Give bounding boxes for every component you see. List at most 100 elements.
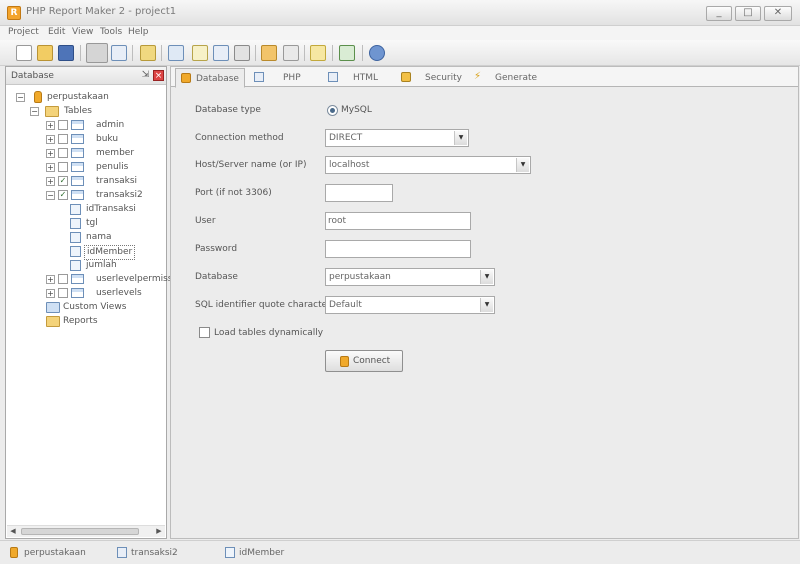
- tree-node-field[interactable]: idTransaksi: [70, 203, 166, 216]
- tree-node-table-buku[interactable]: + buku: [46, 133, 166, 146]
- database-type-label: Database type: [195, 105, 261, 115]
- tab-generate[interactable]: ⚡ Generate: [469, 68, 539, 87]
- load-tables-dynamically-label: Load tables dynamically: [214, 328, 324, 338]
- tree-node-table-userlevels[interactable]: + userlevels: [46, 287, 166, 300]
- expand-icon[interactable]: +: [46, 275, 55, 284]
- tree-node-table-transaksi[interactable]: + ✓ transaksi: [46, 175, 166, 188]
- table-view-icon[interactable]: [111, 45, 127, 61]
- tree-label: userlevels: [96, 288, 142, 298]
- table-icon: [71, 176, 84, 186]
- mysql-radio[interactable]: [327, 105, 338, 116]
- open-folder-icon[interactable]: [37, 45, 53, 61]
- quote-char-select[interactable]: Default ▼: [325, 296, 495, 314]
- generate-icon[interactable]: [310, 45, 326, 61]
- tree-node-table-admin[interactable]: + admin: [46, 119, 166, 132]
- chevron-down-icon[interactable]: ▼: [516, 158, 529, 172]
- tree-label: jumlah: [86, 260, 117, 270]
- tree-node-reports[interactable]: Reports: [46, 315, 166, 328]
- tree-label: admin: [96, 120, 125, 130]
- tab-security[interactable]: Security: [396, 68, 466, 87]
- tree-label: transaksi: [96, 176, 138, 186]
- tree-node-table-member[interactable]: + member: [46, 147, 166, 160]
- tree-node-field[interactable]: jumlah: [70, 259, 166, 272]
- tree-node-field[interactable]: tgl: [70, 217, 166, 230]
- chevron-down-icon[interactable]: ▼: [480, 298, 493, 312]
- close-icon[interactable]: ×: [153, 70, 164, 81]
- collapse-icon[interactable]: −: [30, 107, 39, 116]
- tab-php[interactable]: PHP: [249, 68, 311, 87]
- database-select[interactable]: perpustakaan ▼: [325, 268, 495, 286]
- menu-tools[interactable]: Tools: [100, 27, 122, 37]
- tree-node-tables[interactable]: − Tables: [30, 105, 166, 118]
- chevron-down-icon[interactable]: ▼: [480, 270, 493, 284]
- tree-label: idTransaksi: [86, 204, 136, 214]
- tree-node-table-penulis[interactable]: + penulis: [46, 161, 166, 174]
- menu-help[interactable]: Help: [128, 27, 149, 37]
- expand-icon[interactable]: +: [46, 121, 55, 130]
- collapse-icon[interactable]: −: [46, 191, 55, 200]
- pin-icon[interactable]: ⇲: [140, 70, 151, 81]
- run-icon[interactable]: [261, 45, 277, 61]
- field-icon: [70, 232, 81, 243]
- port-input[interactable]: [325, 184, 393, 202]
- wizard-icon[interactable]: [234, 45, 250, 61]
- table-checkbox[interactable]: [58, 288, 68, 298]
- help-icon[interactable]: [369, 45, 385, 61]
- database-tree-icon[interactable]: [86, 43, 108, 63]
- expand-icon[interactable]: +: [46, 289, 55, 298]
- tree-node-field-selected[interactable]: idMember: [70, 245, 166, 260]
- host-select[interactable]: localhost ▼: [325, 156, 531, 174]
- export-icon[interactable]: [339, 45, 355, 61]
- connection-method-select[interactable]: DIRECT ▼: [325, 129, 469, 147]
- radio-selected-dot: [330, 108, 335, 113]
- menu-view[interactable]: View: [72, 27, 93, 37]
- user-input[interactable]: root: [325, 212, 471, 230]
- tree-node-table-userlevelpermissions[interactable]: + userlevelpermissions: [46, 273, 191, 286]
- menu-bar: Project Edit View Tools Help: [0, 26, 800, 40]
- tab-html[interactable]: HTML: [323, 68, 393, 87]
- select-value: Default: [329, 300, 362, 310]
- scroll-left-icon[interactable]: ◀: [7, 526, 19, 537]
- tree-node-custom-views[interactable]: Custom Views: [46, 301, 166, 314]
- tree-node-database[interactable]: − perpustakaan: [16, 91, 166, 104]
- expand-icon[interactable]: +: [46, 163, 55, 172]
- expand-icon[interactable]: +: [46, 135, 55, 144]
- save-icon[interactable]: [58, 45, 74, 61]
- php-icon: [254, 72, 264, 82]
- table-checkbox[interactable]: [58, 148, 68, 158]
- select-value: localhost: [329, 160, 370, 170]
- table-icon: [71, 148, 84, 158]
- collapse-icon[interactable]: −: [16, 93, 25, 102]
- table-checkbox[interactable]: ✓: [58, 190, 68, 200]
- expand-icon[interactable]: +: [46, 177, 55, 186]
- quote-char-label: SQL identifier quote character: [195, 300, 331, 310]
- close-button[interactable]: ✕: [764, 6, 792, 21]
- horizontal-scrollbar[interactable]: ◀ ▶: [7, 525, 165, 537]
- maximize-button[interactable]: □: [735, 6, 761, 21]
- chevron-down-icon[interactable]: ▼: [454, 131, 467, 145]
- scroll-right-icon[interactable]: ▶: [153, 526, 165, 537]
- expand-icon[interactable]: +: [46, 149, 55, 158]
- table-checkbox[interactable]: [58, 274, 68, 284]
- table-checkbox[interactable]: ✓: [58, 176, 68, 186]
- menu-project[interactable]: Project: [8, 27, 39, 37]
- chart-icon[interactable]: [168, 45, 184, 61]
- minimize-button[interactable]: _: [706, 6, 732, 21]
- scrollbar-thumb[interactable]: [21, 528, 139, 535]
- table-checkbox[interactable]: [58, 120, 68, 130]
- database-label: Database: [195, 272, 238, 282]
- menu-edit[interactable]: Edit: [48, 27, 65, 37]
- crosstab-icon[interactable]: [192, 45, 208, 61]
- link-icon[interactable]: [283, 45, 299, 61]
- edit-icon[interactable]: [213, 45, 229, 61]
- password-input[interactable]: [325, 240, 471, 258]
- table-checkbox[interactable]: [58, 162, 68, 172]
- tab-database[interactable]: Database: [175, 68, 245, 88]
- tree-node-table-transaksi2[interactable]: − ✓ transaksi2: [46, 189, 166, 202]
- connect-button[interactable]: Connect: [325, 350, 403, 372]
- report-icon[interactable]: [140, 45, 156, 61]
- table-checkbox[interactable]: [58, 134, 68, 144]
- load-tables-dynamically-checkbox[interactable]: [199, 327, 210, 338]
- tree-node-field[interactable]: nama: [70, 231, 166, 244]
- new-file-icon[interactable]: [16, 45, 32, 61]
